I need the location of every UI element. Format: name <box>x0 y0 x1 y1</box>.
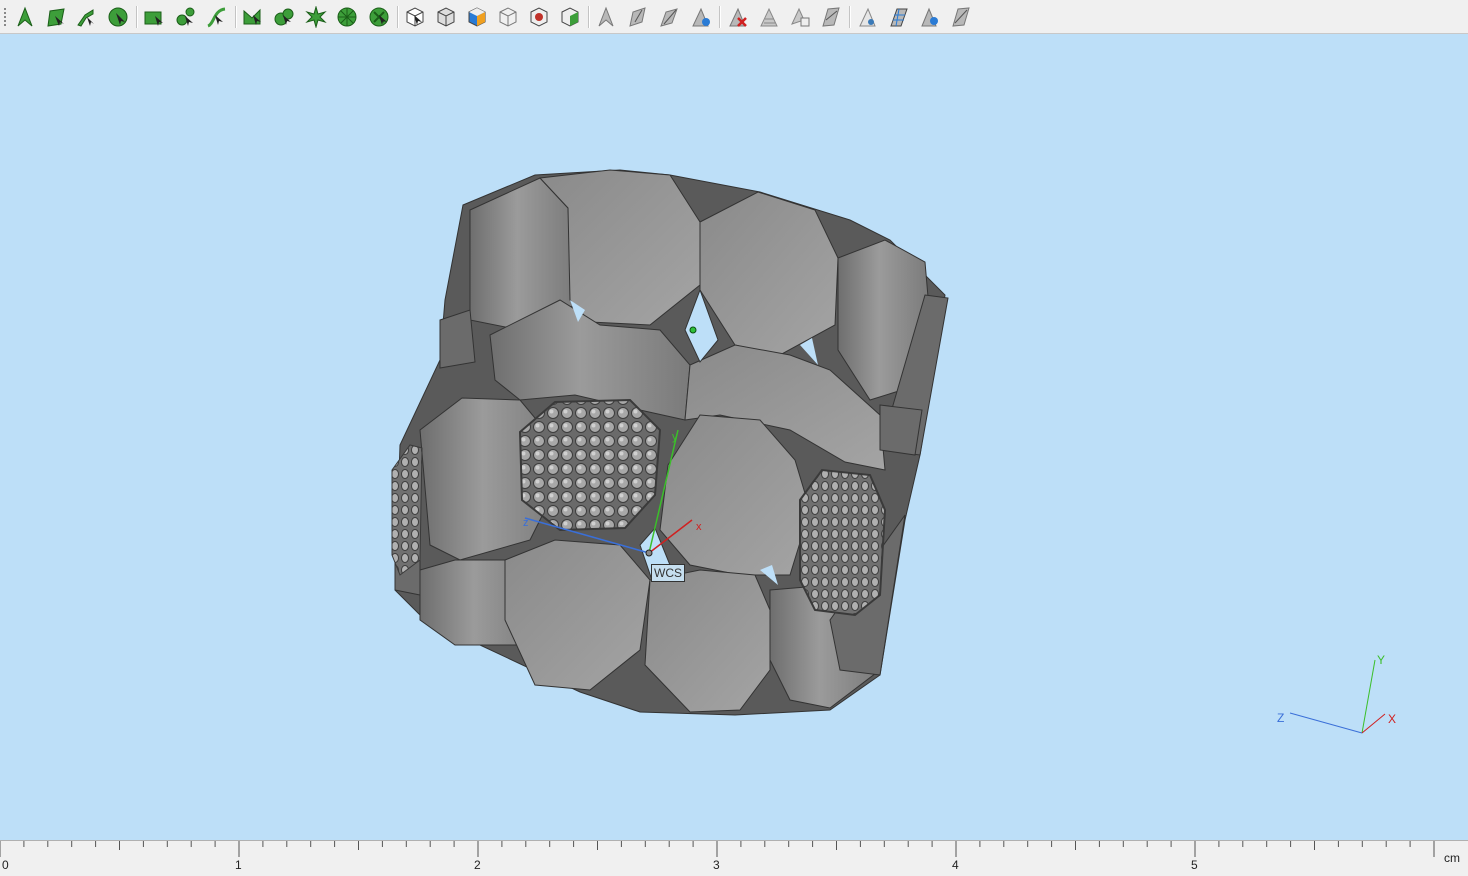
delete-point-icon[interactable] <box>726 5 750 29</box>
align-wcs-icon[interactable] <box>594 5 618 29</box>
3d-viewport[interactable]: x y z Y X Z WCS <box>0 34 1468 840</box>
toolbar-grip[interactable] <box>4 8 8 26</box>
toolbar-separator <box>719 6 721 28</box>
toolbar-separator <box>235 6 237 28</box>
triad-x-label: X <box>1388 712 1396 726</box>
mesh-grid-icon[interactable] <box>887 5 911 29</box>
wcs-x-label: x <box>696 521 702 533</box>
toolbar-separator <box>397 6 399 28</box>
wcs-label: WCS <box>651 564 685 582</box>
ruler-unit: cm <box>1444 851 1460 865</box>
mesh-local-icon[interactable] <box>918 5 942 29</box>
clear-selection-icon[interactable] <box>757 5 781 29</box>
pick-edge-midpoint-icon[interactable] <box>174 5 198 29</box>
triad-z-label: Z <box>1277 711 1284 725</box>
toolbar-separator <box>849 6 851 28</box>
pick-edge-icon[interactable] <box>74 5 98 29</box>
pick-point-icon[interactable] <box>13 5 37 29</box>
pick-star-icon[interactable] <box>304 5 328 29</box>
ruler-label-1: 1 <box>235 858 242 872</box>
main-toolbar <box>0 0 1468 34</box>
pick-wedge-icon[interactable] <box>241 5 265 29</box>
toolbar-separator <box>136 6 138 28</box>
mesh-export-icon[interactable] <box>949 5 973 29</box>
face-plane-icon[interactable] <box>819 5 843 29</box>
view-cube-shaded-icon[interactable] <box>434 5 458 29</box>
pick-area-icon[interactable] <box>142 5 166 29</box>
ruler-ticks <box>0 841 1435 857</box>
ruler-label-3: 3 <box>713 858 720 872</box>
lattice-model[interactable] <box>391 169 949 716</box>
scale-ruler: 0 1 2 3 4 5 cm <box>0 840 1468 876</box>
orientation-triad: Y X Z <box>1277 653 1396 734</box>
pick-face-icon[interactable] <box>44 5 68 29</box>
align-plane-icon[interactable] <box>626 5 650 29</box>
pick-curve-icon[interactable] <box>205 5 229 29</box>
ruler-label-2: 2 <box>474 858 481 872</box>
ruler-label-5: 5 <box>1191 858 1198 872</box>
pick-blend-icon[interactable] <box>272 5 296 29</box>
view-cube-icon[interactable] <box>403 5 427 29</box>
pick-polar-icon[interactable] <box>335 5 359 29</box>
view-cube-green-icon[interactable] <box>558 5 582 29</box>
view-cube-red-icon[interactable] <box>527 5 551 29</box>
triad-y-label: Y <box>1377 653 1385 667</box>
align-axis-icon[interactable] <box>657 5 681 29</box>
view-cube-color-icon[interactable] <box>465 5 489 29</box>
model-canvas[interactable]: x y z Y X Z <box>0 34 1468 840</box>
pick-circle-center-icon[interactable] <box>106 5 130 29</box>
pick-point-marker[interactable] <box>689 326 697 334</box>
align-transform-icon[interactable] <box>689 5 713 29</box>
mesh-face-icon[interactable] <box>856 5 880 29</box>
ruler-label-0: 0 <box>2 858 9 872</box>
ruler-label-4: 4 <box>952 858 959 872</box>
view-cube-wire-icon[interactable] <box>496 5 520 29</box>
copy-face-icon[interactable] <box>788 5 812 29</box>
wcs-y-label: y <box>672 431 678 443</box>
toolbar-separator <box>588 6 590 28</box>
wcs-z-label: z <box>523 517 529 529</box>
pick-cross-icon[interactable] <box>367 5 391 29</box>
